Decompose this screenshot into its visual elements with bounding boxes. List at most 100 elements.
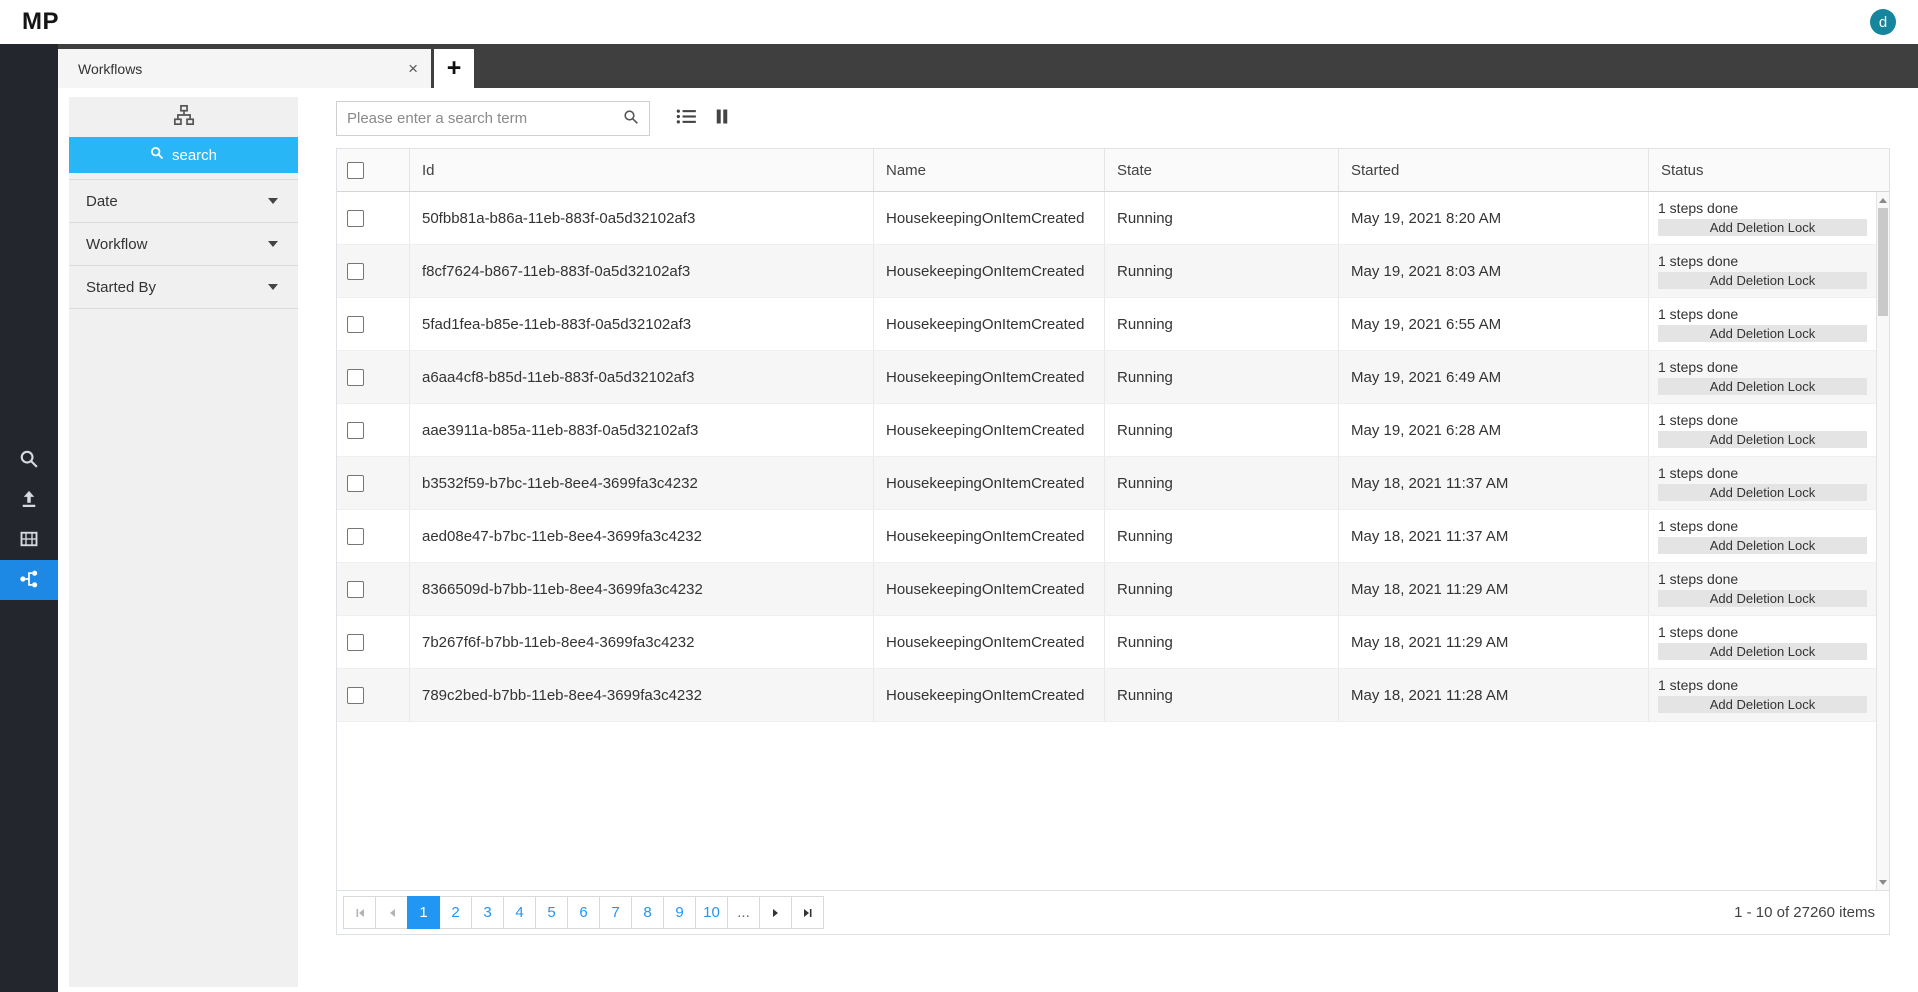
pager-page-5[interactable]: 5 bbox=[535, 896, 568, 929]
cell-state: Running bbox=[1104, 616, 1338, 668]
status-action-label: Add Deletion Lock bbox=[1709, 697, 1816, 712]
status-action-label: Add Deletion Lock bbox=[1709, 644, 1816, 659]
cell-status: 1 steps done Add Deletion Lock bbox=[1648, 510, 1876, 562]
pager-page-1[interactable]: 1 bbox=[407, 896, 440, 929]
table-row[interactable]: 789c2bed-b7bb-11eb-8ee4-3699fa3c4232 Hous… bbox=[337, 669, 1876, 722]
list-view-button[interactable] bbox=[676, 108, 697, 128]
status-progress-bar: Add Deletion Lock bbox=[1658, 537, 1867, 554]
row-checkbox[interactable] bbox=[347, 474, 364, 492]
column-header-started[interactable]: Started bbox=[1338, 149, 1648, 191]
pager-page-3[interactable]: 3 bbox=[471, 896, 504, 929]
row-checkbox[interactable] bbox=[347, 209, 364, 227]
row-checkbox[interactable] bbox=[347, 580, 364, 598]
column-header-name[interactable]: Name bbox=[873, 149, 1104, 191]
search-icon bbox=[19, 449, 39, 472]
column-header-id[interactable]: Id bbox=[409, 149, 873, 191]
cell-state: Running bbox=[1104, 563, 1338, 615]
upload-icon bbox=[19, 489, 39, 512]
search-input-box bbox=[336, 100, 650, 136]
vertical-scrollbar[interactable] bbox=[1876, 192, 1889, 890]
rail-item-media[interactable] bbox=[0, 520, 58, 560]
table-row[interactable]: 50fbb81a-b86a-11eb-883f-0a5d32102af3 Hous… bbox=[337, 192, 1876, 245]
filter-section-label: Workflow bbox=[86, 235, 148, 253]
pager-page-6[interactable]: 6 bbox=[567, 896, 600, 929]
cell-name: HousekeepingOnItemCreated bbox=[873, 563, 1104, 615]
cell-state: Running bbox=[1104, 192, 1338, 244]
status-action-label: Add Deletion Lock bbox=[1709, 591, 1816, 606]
row-select-cell bbox=[337, 616, 409, 668]
table-row[interactable]: b3532f59-b7bc-11eb-8ee4-3699fa3c4232 Hous… bbox=[337, 457, 1876, 510]
row-checkbox[interactable] bbox=[347, 527, 364, 545]
pager-page-4[interactable]: 4 bbox=[503, 896, 536, 929]
row-select-cell bbox=[337, 563, 409, 615]
chevron-down-icon bbox=[268, 198, 278, 204]
filter-section-started-by[interactable]: Started By bbox=[69, 266, 298, 309]
row-checkbox[interactable] bbox=[347, 262, 364, 280]
status-steps-text: 1 steps done bbox=[1658, 518, 1739, 534]
status-steps-text: 1 steps done bbox=[1658, 200, 1739, 216]
search-input[interactable] bbox=[337, 101, 623, 135]
pager-ellipsis[interactable]: ... bbox=[727, 896, 760, 929]
pager-prev-button[interactable] bbox=[375, 896, 408, 929]
cell-started: May 18, 2021 11:28 AM bbox=[1338, 669, 1648, 721]
search-toolbar bbox=[336, 100, 1890, 136]
pager-page-10[interactable]: 10 bbox=[695, 896, 728, 929]
status-steps-text: 1 steps done bbox=[1658, 359, 1739, 375]
scroll-up-icon[interactable] bbox=[1877, 193, 1889, 207]
status-steps-text: 1 steps done bbox=[1658, 253, 1739, 269]
search-button[interactable]: search bbox=[69, 137, 298, 173]
plus-icon: + bbox=[446, 54, 462, 82]
cell-state: Running bbox=[1104, 298, 1338, 350]
pager-summary: 1 - 10 of 27260 items bbox=[1734, 904, 1875, 921]
user-avatar[interactable]: d bbox=[1870, 9, 1896, 35]
cell-state: Running bbox=[1104, 510, 1338, 562]
row-checkbox[interactable] bbox=[347, 421, 364, 439]
new-tab-button[interactable]: + bbox=[434, 49, 474, 88]
pager-page-7[interactable]: 7 bbox=[599, 896, 632, 929]
hierarchy-view-button[interactable] bbox=[69, 97, 298, 137]
filter-section-date[interactable]: Date bbox=[69, 180, 298, 223]
status-steps-text: 1 steps done bbox=[1658, 624, 1739, 640]
row-select-cell bbox=[337, 404, 409, 456]
table-row[interactable]: f8cf7624-b867-11eb-883f-0a5d32102af3 Hous… bbox=[337, 245, 1876, 298]
pager-next-button[interactable] bbox=[759, 896, 792, 929]
row-checkbox[interactable] bbox=[347, 368, 364, 386]
pager-page-9[interactable]: 9 bbox=[663, 896, 696, 929]
table-row[interactable]: aae3911a-b85a-11eb-883f-0a5d32102af3 Hous… bbox=[337, 404, 1876, 457]
search-icon bbox=[150, 146, 164, 164]
pager-page-8[interactable]: 8 bbox=[631, 896, 664, 929]
status-action-label: Add Deletion Lock bbox=[1709, 485, 1816, 500]
scrollbar-thumb[interactable] bbox=[1878, 208, 1888, 316]
pause-button[interactable] bbox=[715, 108, 729, 128]
select-all-checkbox[interactable] bbox=[347, 161, 364, 179]
table-row[interactable]: a6aa4cf8-b85d-11eb-883f-0a5d32102af3 Hous… bbox=[337, 351, 1876, 404]
row-checkbox[interactable] bbox=[347, 633, 364, 651]
cell-status: 1 steps done Add Deletion Lock bbox=[1648, 404, 1876, 456]
pager-first-button[interactable] bbox=[343, 896, 376, 929]
table-row[interactable]: aed08e47-b7bc-11eb-8ee4-3699fa3c4232 Hous… bbox=[337, 510, 1876, 563]
tab-workflows[interactable]: Workflows × bbox=[58, 49, 431, 88]
rail-item-upload[interactable] bbox=[0, 480, 58, 520]
pager-page-2[interactable]: 2 bbox=[439, 896, 472, 929]
row-checkbox[interactable] bbox=[347, 686, 364, 704]
media-icon bbox=[19, 529, 39, 552]
status-progress-bar: Add Deletion Lock bbox=[1658, 219, 1867, 236]
rail-item-workflows[interactable] bbox=[0, 560, 58, 600]
rail-item-search[interactable] bbox=[0, 440, 58, 480]
search-submit-button[interactable] bbox=[623, 109, 649, 128]
column-header-status[interactable]: Status bbox=[1648, 149, 1876, 191]
cell-state: Running bbox=[1104, 351, 1338, 403]
cell-id: aed08e47-b7bc-11eb-8ee4-3699fa3c4232 bbox=[409, 510, 873, 562]
cell-id: a6aa4cf8-b85d-11eb-883f-0a5d32102af3 bbox=[409, 351, 873, 403]
close-icon[interactable]: × bbox=[408, 60, 418, 77]
cell-name: HousekeepingOnItemCreated bbox=[873, 245, 1104, 297]
filter-section-workflow[interactable]: Workflow bbox=[69, 223, 298, 266]
table-row[interactable]: 5fad1fea-b85e-11eb-883f-0a5d32102af3 Hous… bbox=[337, 298, 1876, 351]
table-row[interactable]: 7b267f6f-b7bb-11eb-8ee4-3699fa3c4232 Hous… bbox=[337, 616, 1876, 669]
table-row[interactable]: 8366509d-b7bb-11eb-8ee4-3699fa3c4232 Hous… bbox=[337, 563, 1876, 616]
pager-last-button[interactable] bbox=[791, 896, 824, 929]
scroll-down-icon[interactable] bbox=[1877, 875, 1889, 889]
row-select-cell bbox=[337, 669, 409, 721]
row-checkbox[interactable] bbox=[347, 315, 364, 333]
column-header-state[interactable]: State bbox=[1104, 149, 1338, 191]
